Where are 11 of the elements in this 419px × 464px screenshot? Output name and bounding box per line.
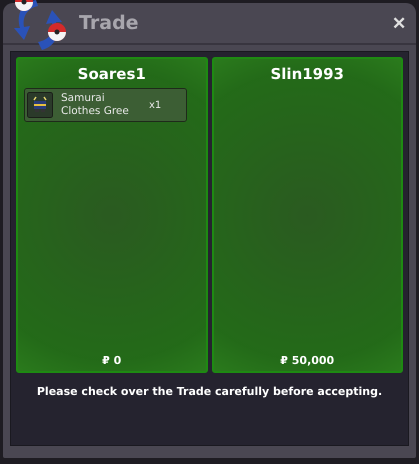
item-name: Samurai Clothes Gree xyxy=(61,92,130,118)
money-amount: ₽ 0 xyxy=(102,354,122,367)
item-quantity: x1 xyxy=(149,100,162,110)
trade-notice: Please check over the Trade carefully before accepting. xyxy=(36,385,384,398)
armor-icon xyxy=(27,92,53,118)
money-amount: ₽ 50,000 xyxy=(280,354,334,367)
item-slot[interactable]: Samurai Clothes Gree x1 xyxy=(24,88,187,122)
player-name: Soares1 xyxy=(78,65,146,83)
window-title: Trade xyxy=(79,12,139,34)
close-button[interactable]: ✕ xyxy=(390,12,408,34)
player-name: Slin1993 xyxy=(270,65,344,83)
